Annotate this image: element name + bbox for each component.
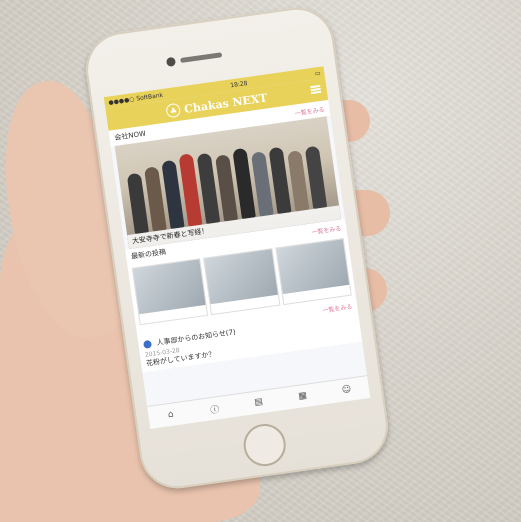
post-thumbnail[interactable] (131, 258, 209, 326)
photo-background: ●●●●○ SoftBank 18:28 ▭ ♣ Chakas NEXT 会社N… (0, 0, 521, 522)
section-title-company-now: 会社NOW (113, 129, 147, 142)
info-icon[interactable]: ⓘ (205, 401, 225, 416)
people-icon[interactable]: ☺ (337, 384, 356, 396)
battery-icon: ▭ (314, 69, 321, 77)
post-image (276, 239, 350, 295)
post-thumbnail[interactable] (203, 248, 281, 316)
company-now-more-link[interactable]: 一覧をみる (294, 104, 325, 117)
hamburger-menu-icon[interactable] (310, 84, 322, 95)
calendar-icon[interactable]: ▦ (293, 390, 312, 402)
app-logo-icon: ♣ (165, 102, 182, 119)
clock-label: 18:28 (229, 79, 248, 89)
home-icon[interactable]: ⌂ (161, 409, 180, 421)
phone-screen: ●●●●○ SoftBank 18:28 ▭ ♣ Chakas NEXT 会社N… (103, 66, 371, 429)
section-title-latest-posts: 最新の投稿 (130, 247, 167, 261)
info-dot-icon (143, 339, 153, 349)
post-thumbnail[interactable] (274, 238, 352, 306)
post-image (132, 259, 206, 315)
post-image (204, 249, 278, 305)
latest-posts-more-link[interactable]: 一覧をみる (311, 223, 342, 236)
board-icon[interactable]: ▤ (249, 396, 268, 408)
